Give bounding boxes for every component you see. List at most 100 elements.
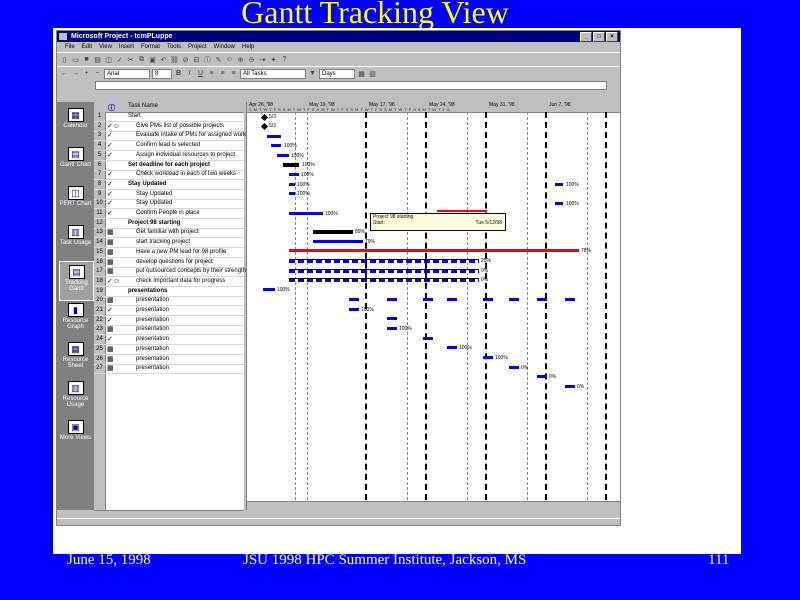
task-bar[interactable] — [483, 298, 493, 301]
task-bar[interactable] — [289, 192, 295, 195]
task-bar[interactable] — [447, 346, 457, 349]
milestone-diamond[interactable] — [260, 113, 269, 122]
menu-tools[interactable]: Tools — [167, 44, 181, 50]
task-bar[interactable] — [537, 375, 547, 378]
table-row[interactable]: 1 Start — [94, 112, 244, 122]
hide-subtasks-icon[interactable]: − — [93, 69, 102, 78]
align-left-icon[interactable]: ≡ — [207, 69, 216, 78]
row-id[interactable]: 6 — [94, 161, 105, 170]
entry-field[interactable] — [95, 81, 607, 90]
table-row[interactable]: 12 Project 98 starting — [94, 219, 244, 229]
task-name-cell[interactable]: Get familiar with project — [128, 228, 248, 237]
task-name-cell[interactable]: presentation — [128, 355, 248, 364]
unlink-icon[interactable]: ⊘ — [181, 55, 190, 64]
row-id[interactable]: 1 — [94, 112, 105, 121]
task-bar[interactable] — [349, 308, 359, 311]
critical-bar[interactable] — [289, 249, 579, 252]
task-bar[interactable] — [289, 259, 479, 263]
row-id[interactable]: 25 — [94, 345, 105, 354]
task-name-cell[interactable]: presentation — [128, 306, 248, 315]
row-id[interactable]: 8 — [94, 180, 105, 189]
table-row[interactable]: 2 ✓☺ Give PMs list of possible projects — [94, 122, 244, 132]
menu-insert[interactable]: Insert — [119, 44, 134, 50]
underline-icon[interactable]: U — [196, 69, 205, 78]
milestone-diamond[interactable] — [260, 122, 269, 131]
task-name-cell[interactable]: presentation — [128, 296, 248, 305]
table-row[interactable]: 16 ▦ develop questions for project — [94, 258, 244, 268]
task-name-cell[interactable]: Check workload in each of two weeks — [128, 170, 248, 179]
task-bar[interactable] — [263, 288, 275, 291]
row-id[interactable]: 5 — [94, 151, 105, 160]
timescale-select[interactable]: Days — [319, 68, 355, 79]
task-name-cell[interactable]: put outsourced concepts by their strengt… — [128, 267, 248, 276]
table-row[interactable]: 23 ▦ presentation — [94, 325, 244, 336]
row-id[interactable]: 2 — [94, 122, 105, 131]
gantt-wizard-icon[interactable]: ▦ — [357, 69, 366, 78]
view-calendar[interactable]: ▦ Calendar — [59, 105, 92, 143]
task-bar[interactable] — [313, 240, 363, 243]
view-tracking-gantt[interactable]: ▤ Tracking Gantt — [59, 261, 94, 301]
assign-icon[interactable]: ☺ — [225, 55, 234, 64]
split-icon[interactable]: ⊟ — [192, 55, 201, 64]
task-name-cell[interactable]: presentation — [128, 316, 248, 325]
row-id[interactable]: 11 — [94, 209, 105, 218]
font-size-select[interactable]: 8 — [152, 68, 172, 79]
maximize-icon[interactable]: □ — [593, 32, 605, 42]
row-id[interactable]: 18 — [94, 277, 105, 286]
menu-window[interactable]: Window — [214, 44, 235, 50]
task-bar[interactable] — [289, 183, 295, 186]
align-right-icon[interactable]: ≡ — [229, 69, 238, 78]
cut-icon[interactable]: ✂ — [126, 55, 135, 64]
task-name-cell[interactable]: Project 98 starting — [128, 219, 240, 228]
row-id[interactable]: 26 — [94, 355, 105, 364]
outdent-icon[interactable]: ← — [60, 69, 69, 78]
copy-icon[interactable]: ⧉ — [137, 55, 146, 64]
zoom-in-icon[interactable]: ⊕ — [236, 55, 245, 64]
task-bar[interactable] — [349, 298, 359, 301]
task-bar[interactable] — [447, 298, 457, 301]
task-name-cell[interactable]: presentation — [128, 364, 248, 373]
autofilter-icon[interactable]: ▼ — [308, 69, 317, 78]
table-row[interactable]: 22 ✓ presentation — [94, 316, 244, 326]
row-id[interactable]: 12 — [94, 219, 105, 228]
task-name-cell[interactable]: Stay Updated — [128, 190, 248, 199]
task-bar[interactable] — [271, 144, 281, 147]
filter-select[interactable]: All Tasks — [240, 68, 306, 79]
summary-bar[interactable] — [283, 163, 299, 167]
task-bar[interactable] — [509, 298, 519, 301]
task-bar[interactable] — [387, 317, 397, 320]
row-id[interactable]: 23 — [94, 325, 105, 334]
font-select[interactable]: Arial — [104, 68, 150, 79]
row-id[interactable]: 19 — [94, 287, 105, 296]
table-row[interactable]: 20 ▦ presentation — [94, 296, 244, 307]
print-icon[interactable]: ▤ — [93, 55, 102, 64]
menu-project[interactable]: Project — [188, 44, 207, 50]
task-bar[interactable] — [565, 298, 575, 301]
task-bar[interactable] — [277, 154, 289, 157]
undo-icon[interactable]: ↶ — [159, 55, 168, 64]
link-icon[interactable]: ⛓ — [170, 55, 179, 64]
task-bar[interactable] — [289, 212, 323, 215]
task-name-cell[interactable]: presentations — [128, 287, 240, 296]
table-row[interactable]: 7 ✓ Check workload in each of two weeks — [94, 170, 244, 181]
gantt-horizontal-scrollbar[interactable] — [247, 501, 620, 510]
task-bar[interactable] — [555, 183, 563, 186]
table-row[interactable]: 4 ✓ Confirm lead is selected — [94, 141, 244, 152]
row-id[interactable]: 22 — [94, 316, 105, 325]
menu-format[interactable]: Format — [141, 44, 160, 50]
table-row[interactable]: 3 ✓ Evaluate intake of PMs for assigned wo… — [94, 131, 246, 142]
menu-file[interactable]: File — [65, 44, 75, 50]
table-row[interactable]: 6 Set deadline for each project — [94, 161, 244, 171]
row-id[interactable]: 7 — [94, 170, 105, 179]
task-name-cell[interactable]: check important data for progress — [128, 277, 248, 286]
row-id[interactable]: 4 — [94, 141, 105, 150]
minimize-icon[interactable]: _ — [580, 32, 592, 42]
bold-icon[interactable]: B — [174, 69, 183, 78]
task-bar[interactable] — [423, 298, 433, 301]
menu-view[interactable]: View — [99, 44, 112, 50]
table-row[interactable]: 18 ✓☺ check important data for progress — [94, 277, 244, 287]
wizard-icon[interactable]: ✦ — [269, 55, 278, 64]
task-name-cell[interactable]: start tracking project — [128, 238, 248, 247]
table-row[interactable]: 24 ✓ presentation — [94, 335, 244, 346]
task-bar[interactable] — [537, 298, 547, 301]
